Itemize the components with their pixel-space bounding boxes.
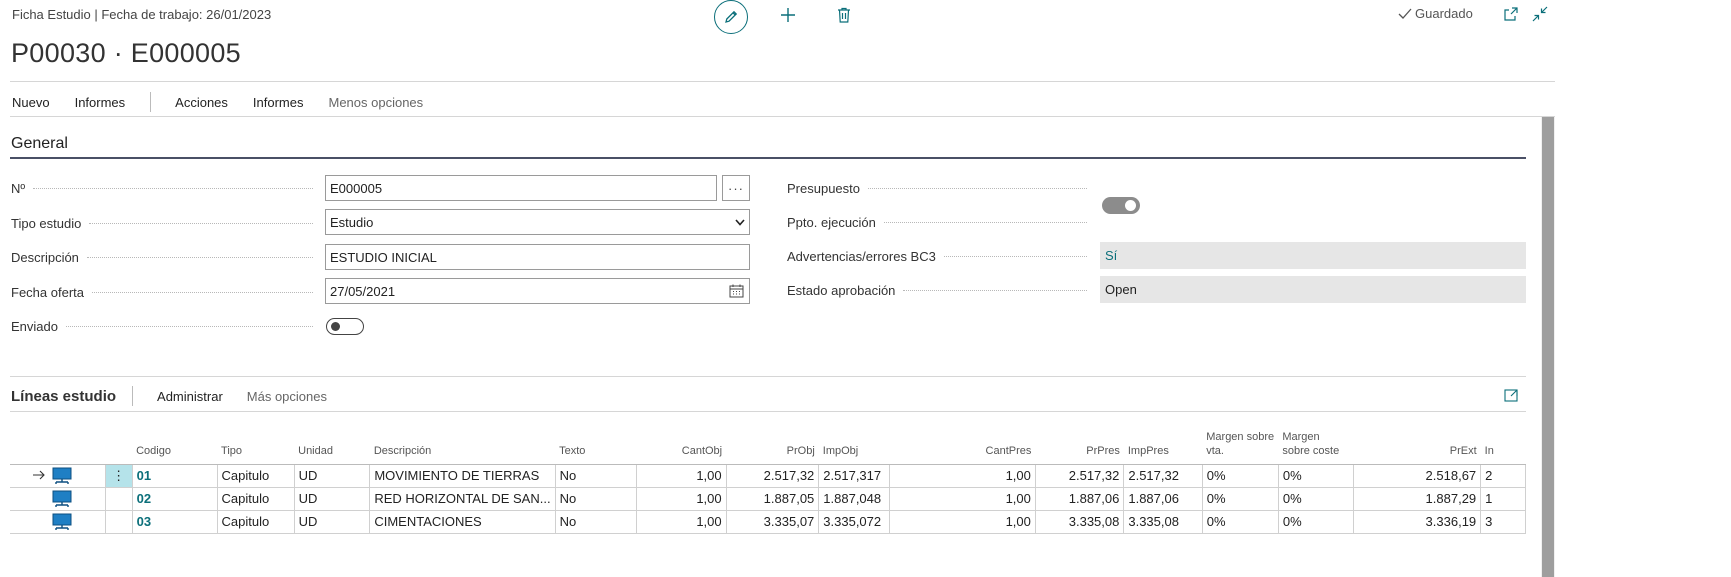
row-menu-cell[interactable]	[105, 487, 133, 511]
cell-imppres[interactable]: 2.517,32	[1123, 464, 1203, 488]
row-menu-button[interactable]: ⋮	[105, 464, 133, 488]
cell-probj[interactable]: 3.335,07	[726, 510, 820, 534]
table-row[interactable]: 03 Capitulo UD CIMENTACIONES No 1,00 3.3…	[10, 510, 1526, 534]
cell-cantpres[interactable]: 1,00	[889, 464, 1036, 488]
col-header-menu	[105, 425, 133, 465]
col-header[interactable]: In	[1480, 425, 1526, 465]
cell-tipo[interactable]: Capitulo	[217, 487, 295, 511]
chapter-node-icon	[52, 467, 72, 484]
lines-grid-viewport: Codigo Tipo Unidad Descripción Texto Can…	[0, 0, 1526, 577]
chapter-node-icon	[52, 513, 72, 530]
cell-descripcion[interactable]: MOVIMIENTO DE TIERRAS	[369, 464, 556, 488]
kebab-icon: ⋮	[112, 467, 126, 483]
cell-margen-coste[interactable]: 0%	[1278, 464, 1355, 488]
cell-impobj[interactable]: 1.887,048	[818, 487, 890, 511]
cell-cantobj[interactable]: 1,00	[636, 487, 727, 511]
cell-in[interactable]: 2	[1480, 464, 1526, 488]
cell-margen-coste[interactable]: 0%	[1278, 510, 1355, 534]
col-header[interactable]: Tipo	[217, 425, 295, 465]
cell-prext[interactable]: 1.887,29	[1353, 487, 1482, 511]
col-header[interactable]: PrObj	[726, 425, 819, 465]
collapse-icon	[1532, 6, 1548, 22]
cell-margen-vta[interactable]: 0%	[1202, 510, 1279, 534]
col-header[interactable]: ImpPres	[1123, 425, 1203, 465]
cell-impobj[interactable]: 3.335,072	[818, 510, 890, 534]
cell-impobj[interactable]: 2.517,317	[818, 464, 890, 488]
col-header-blank	[10, 425, 49, 465]
cell-codigo[interactable]: 02	[132, 487, 218, 511]
col-header[interactable]: ImpObj	[818, 425, 890, 465]
cell-codigo[interactable]: 03	[132, 510, 218, 534]
cell-margen-vta[interactable]: 0%	[1202, 487, 1279, 511]
cell-codigo[interactable]: 01	[132, 464, 218, 488]
cell-imppres[interactable]: 1.887,06	[1123, 487, 1203, 511]
cell-in[interactable]: 1	[1480, 487, 1526, 511]
col-header[interactable]: PrPres	[1035, 425, 1124, 465]
cell-prpres[interactable]: 2.517,32	[1035, 464, 1125, 488]
cell-descripcion[interactable]: CIMENTACIONES	[369, 510, 556, 534]
row-indicator	[10, 487, 49, 511]
cell-unidad[interactable]: UD	[294, 487, 371, 511]
cell-cantobj[interactable]: 1,00	[636, 510, 727, 534]
cell-prext[interactable]: 3.336,19	[1353, 510, 1482, 534]
lines-table: Codigo Tipo Unidad Descripción Texto Can…	[10, 425, 1526, 534]
node-cell	[48, 510, 106, 534]
cell-prpres[interactable]: 1.887,06	[1035, 487, 1125, 511]
col-header[interactable]: PrExt	[1353, 425, 1481, 465]
cell-prext[interactable]: 2.518,67	[1353, 464, 1482, 488]
cell-tipo[interactable]: Capitulo	[217, 510, 295, 534]
node-cell	[48, 487, 106, 511]
cell-unidad[interactable]: UD	[294, 510, 371, 534]
cell-cantpres[interactable]: 1,00	[889, 487, 1036, 511]
node-cell	[48, 464, 106, 488]
cell-tipo[interactable]: Capitulo	[217, 464, 295, 488]
cell-in[interactable]: 3	[1480, 510, 1526, 534]
cell-cantobj[interactable]: 1,00	[636, 464, 727, 488]
col-header[interactable]: Codigo	[132, 425, 218, 465]
col-header[interactable]: Margen sobre coste	[1278, 425, 1354, 465]
cell-texto[interactable]: No	[555, 487, 637, 511]
arrow-right-icon	[33, 470, 46, 480]
cell-probj[interactable]: 2.517,32	[726, 464, 820, 488]
col-header[interactable]: Margen sobre vta.	[1202, 425, 1279, 465]
cell-texto[interactable]: No	[555, 464, 637, 488]
table-row[interactable]: ⋮ 01 Capitulo UD MOVIMIENTO DE TIERRAS N…	[10, 464, 1526, 488]
cell-unidad[interactable]: UD	[294, 464, 371, 488]
col-header[interactable]: CantPres	[889, 425, 1036, 465]
col-header[interactable]: CantObj	[636, 425, 727, 465]
collapse-button[interactable]	[1532, 6, 1548, 22]
scrollbar-thumb[interactable]	[1542, 117, 1554, 577]
cell-cantpres[interactable]: 1,00	[889, 510, 1036, 534]
cell-probj[interactable]: 1.887,05	[726, 487, 820, 511]
col-header[interactable]: Descripción	[369, 425, 556, 465]
row-indicator	[10, 464, 49, 488]
row-indicator	[10, 510, 49, 534]
cell-imppres[interactable]: 3.335,08	[1123, 510, 1203, 534]
cell-margen-coste[interactable]: 0%	[1278, 487, 1355, 511]
col-header[interactable]: Unidad	[294, 425, 370, 465]
col-header[interactable]: Texto	[555, 425, 637, 465]
table-row[interactable]: 02 Capitulo UD RED HORIZONTAL DE SAN... …	[10, 487, 1526, 511]
col-header-icon	[48, 425, 106, 465]
cell-descripcion[interactable]: RED HORIZONTAL DE SAN...	[369, 487, 556, 511]
cell-prpres[interactable]: 3.335,08	[1035, 510, 1125, 534]
row-menu-cell[interactable]	[105, 510, 133, 534]
cell-margen-vta[interactable]: 0%	[1202, 464, 1279, 488]
chapter-node-icon	[52, 490, 72, 507]
cell-texto[interactable]: No	[555, 510, 637, 534]
table-header-row: Codigo Tipo Unidad Descripción Texto Can…	[10, 425, 1526, 465]
